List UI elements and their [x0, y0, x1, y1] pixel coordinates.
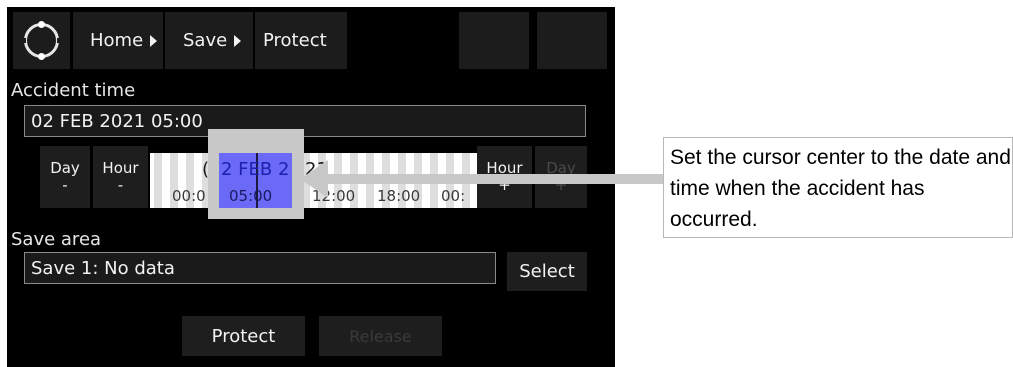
day-minus-button[interactable]: Day - — [40, 146, 90, 208]
release-button[interactable]: Release — [319, 316, 442, 356]
protect-button[interactable]: Protect — [182, 316, 305, 356]
timeline-time-0: 00:0 — [172, 187, 206, 205]
timeline-tick — [154, 153, 162, 208]
chevron-right-icon — [150, 34, 158, 47]
accident-time-field: 02 FEB 2021 05:00 — [24, 105, 586, 137]
hour-minus-line2: - — [117, 176, 124, 194]
day-minus-line2: - — [62, 176, 68, 194]
breadcrumb-save[interactable]: Save — [165, 12, 253, 69]
hour-minus-line1: Hour — [102, 159, 139, 177]
timeline-date-left: ( — [202, 159, 210, 180]
day-minus-line1: Day — [50, 159, 80, 177]
toolbar-slot-2[interactable] — [537, 12, 607, 69]
release-button-label: Release — [349, 326, 412, 346]
timeline-date-center: 2 FEB 2 — [221, 159, 290, 180]
breadcrumb-home-label: Home — [90, 30, 144, 51]
protect-button-label: Protect — [211, 325, 276, 347]
instruction-callout: Set the cursor center to the date and ti… — [663, 137, 1013, 238]
app-logo-icon[interactable] — [13, 12, 70, 69]
pointer-arrow-icon — [300, 160, 664, 198]
chevron-right-icon — [234, 34, 242, 47]
toolbar-slot-1[interactable] — [459, 12, 529, 69]
accident-time-title: Accident time — [11, 80, 136, 101]
select-button[interactable]: Select — [507, 252, 587, 291]
save-area-field: Save 1: No data — [24, 252, 496, 284]
callout-text: Set the cursor center to the date and ti… — [670, 146, 1011, 231]
select-button-label: Select — [519, 261, 575, 282]
breadcrumb-protect[interactable]: Protect — [255, 12, 347, 69]
breadcrumb-home[interactable]: Home — [73, 12, 163, 69]
hour-minus-button[interactable]: Hour - — [93, 146, 148, 208]
breadcrumb-save-label: Save — [183, 30, 228, 51]
save-area-title: Save area — [11, 229, 102, 250]
timeline-time-1: 05:00 — [229, 187, 273, 205]
breadcrumb-protect-label: Protect — [263, 30, 327, 51]
